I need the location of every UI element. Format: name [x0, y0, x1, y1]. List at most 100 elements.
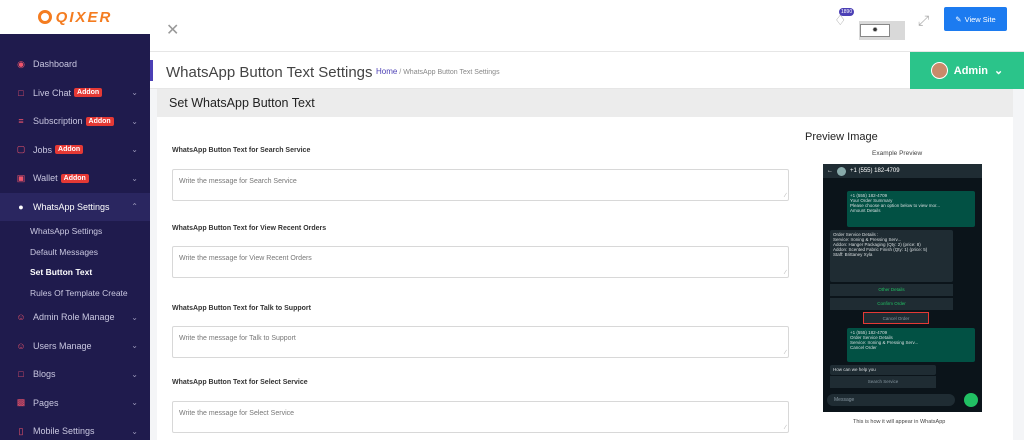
- sidebar-item-admin-role-manage[interactable]: ☺ Admin Role Manage ⌄: [0, 303, 150, 332]
- sidebar-item-jobs[interactable]: ▢ Jobs Addon ⌄: [0, 136, 150, 165]
- textarea-placeholder: Write the message for View Recent Orders: [179, 255, 312, 262]
- page-title: WhatsApp Button Text Settings: [166, 64, 373, 81]
- sidebar-item-label: Live Chat: [33, 87, 72, 98]
- message-input-mock: Message: [827, 394, 955, 406]
- user-menu[interactable]: Admin ⌄: [910, 52, 1024, 89]
- breadcrumb-home[interactable]: Home: [376, 67, 397, 76]
- sidebar-item-label: Subscription: [33, 116, 83, 127]
- sidebar-subitem-whatsapp-settings[interactable]: WhatsApp Settings: [0, 221, 150, 242]
- sidebar-item-mobile-settings[interactable]: ▯ Mobile Settings ⌄: [0, 417, 150, 440]
- sidebar-item-blogs[interactable]: □ Blogs ⌄: [0, 360, 150, 389]
- chat-icon: □: [18, 87, 24, 98]
- sidebar: QIXER ◉ Dashboard □ Live Chat Addon ⌄ ≡ …: [0, 0, 150, 440]
- field-label-view-recent-orders: WhatsApp Button Text for View Recent Ord…: [172, 225, 327, 232]
- view-recent-orders-textarea[interactable]: Write the message for View Recent Orders…: [172, 246, 789, 278]
- section-title: Set WhatsApp Button Text: [169, 96, 315, 110]
- chevron-down-icon: ⌄: [131, 369, 138, 379]
- breadcrumb-current: WhatsApp Button Text Settings: [403, 69, 500, 76]
- logo-icon: [37, 10, 52, 24]
- sun-icon: ✹: [860, 24, 890, 37]
- sidebar-item-subscription[interactable]: ≡ Subscription Addon ⌄: [0, 107, 150, 136]
- bubble-line: Staff: Brittaney Xyla: [833, 252, 873, 257]
- theme-toggle[interactable]: ✹: [859, 21, 905, 40]
- sidebar-item-label: Pages: [33, 397, 59, 408]
- wallet-icon: ▣: [16, 172, 26, 183]
- chat-icon: □: [18, 369, 24, 380]
- chevron-down-icon: ⌄: [131, 145, 138, 155]
- sidebar-item-users-manage[interactable]: ☺ Users Manage ⌄: [0, 332, 150, 361]
- mic-icon: [964, 393, 978, 407]
- addon-badge: Addon: [55, 145, 84, 155]
- avatar: [930, 62, 948, 79]
- bubble-line: Amount Details: [850, 208, 881, 213]
- resize-grip-icon[interactable]: ∕: [785, 193, 786, 199]
- chat-bubble: Order Service Details : Service: Ironing…: [830, 230, 953, 282]
- chevron-down-icon: ⌄: [131, 88, 138, 98]
- settings-panel: WhatsApp Button Text for Search Service …: [157, 117, 1013, 440]
- chat-header: ← +1 (555) 182-4709: [823, 164, 982, 178]
- preview-subtitle: Example Preview: [872, 150, 923, 157]
- resize-grip-icon[interactable]: ∕: [785, 425, 786, 431]
- bubble-line: How can we help you: [833, 367, 876, 372]
- palette-icon: ◉: [17, 58, 25, 69]
- reply-button-confirm-order: Confirm Order: [830, 298, 953, 310]
- sidebar-item-live-chat[interactable]: □ Live Chat Addon ⌄: [0, 79, 150, 108]
- addon-badge: Addon: [74, 88, 103, 98]
- logo[interactable]: QIXER: [0, 0, 150, 34]
- external-link-icon: ✎: [955, 14, 962, 24]
- sidebar-item-wallet[interactable]: ▣ Wallet Addon ⌄: [0, 164, 150, 193]
- user-icon: ☺: [16, 312, 26, 323]
- header-accent: [150, 60, 153, 81]
- bubble-line: Cancel Order: [850, 345, 877, 350]
- sidebar-nav: ◉ Dashboard □ Live Chat Addon ⌄ ≡ Subscr…: [0, 34, 150, 440]
- section-header: Set WhatsApp Button Text: [157, 89, 1013, 117]
- chevron-down-icon: ⌄: [131, 173, 138, 183]
- sidebar-item-pages[interactable]: ▩ Pages ⌄: [0, 389, 150, 418]
- close-icon[interactable]: ✕: [166, 20, 179, 40]
- sidebar-item-label: Blogs: [33, 369, 56, 380]
- sidebar-subitem-set-button-text[interactable]: Set Button Text: [0, 262, 150, 283]
- preview-title: Preview Image: [805, 131, 878, 143]
- select-service-textarea[interactable]: Write the message for Select Service ∕: [172, 401, 789, 433]
- sidebar-subitem-rules-of-template[interactable]: Rules Of Template Create: [0, 283, 150, 304]
- sidebar-item-label: WhatsApp Settings: [33, 201, 110, 212]
- chat-bubble: +1 (555) 182-4709 Your Order Summary Ple…: [847, 191, 975, 227]
- sidebar-subitem-default-messages[interactable]: Default Messages: [0, 242, 150, 263]
- sidebar-item-label: Wallet: [33, 173, 58, 184]
- breadcrumb-separator: /: [399, 69, 402, 76]
- textarea-placeholder: Write the message for Search Service: [179, 178, 297, 185]
- chevron-down-icon: ⌄: [131, 116, 138, 126]
- field-label-select-service: WhatsApp Button Text for Select Service: [172, 379, 308, 386]
- whatsapp-preview-image: ← +1 (555) 182-4709 +1 (555) 182-4709 Yo…: [823, 164, 982, 412]
- textarea-placeholder: Write the message for Talk to Support: [179, 335, 296, 342]
- whatsapp-icon: ●: [18, 201, 24, 212]
- user-icon: ☺: [16, 340, 26, 351]
- view-site-button[interactable]: ✎ View Site: [944, 7, 1007, 31]
- preview-caption: This is how it will appear in WhatsApp: [853, 419, 946, 425]
- notification-count: 1890: [839, 8, 855, 16]
- sidebar-item-whatsapp-settings[interactable]: ● WhatsApp Settings ⌃: [0, 192, 150, 221]
- fullscreen-icon[interactable]: ⤢: [918, 12, 929, 29]
- talk-to-support-textarea[interactable]: Write the message for Talk to Support ∕: [172, 326, 789, 358]
- reply-button-cancel-order: Cancel Order: [863, 312, 929, 324]
- sidebar-submenu: WhatsApp Settings Default Messages Set B…: [0, 221, 150, 303]
- chat-bubble: +1 (555) 182-4709 Order Service Details …: [847, 328, 975, 362]
- field-label-search-service: WhatsApp Button Text for Search Service: [172, 147, 311, 154]
- sidebar-item-label: Jobs: [33, 144, 53, 155]
- sidebar-item-dashboard[interactable]: ◉ Dashboard: [0, 50, 150, 79]
- resize-grip-icon[interactable]: ∕: [785, 270, 786, 276]
- reply-button-search-service: Search Service: [830, 376, 936, 388]
- user-name: Admin: [953, 64, 988, 77]
- chevron-up-icon: ⌃: [131, 202, 138, 212]
- breadcrumb: Home / WhatsApp Button Text Settings: [376, 67, 500, 76]
- contact-number: +1 (555) 182-4709: [850, 168, 900, 174]
- chevron-down-icon: ⌄: [131, 312, 138, 322]
- sidebar-item-label: Admin Role Manage: [33, 312, 115, 323]
- chat-bubble: How can we help you: [830, 365, 936, 375]
- resize-grip-icon[interactable]: ∕: [785, 350, 786, 356]
- logo-text: QIXER: [55, 8, 113, 26]
- sidebar-item-label: Mobile Settings: [33, 426, 95, 437]
- sidebar-item-label: Users Manage: [33, 340, 92, 351]
- chevron-down-icon: ⌄: [131, 398, 138, 408]
- search-service-textarea[interactable]: Write the message for Search Service ∕: [172, 169, 789, 201]
